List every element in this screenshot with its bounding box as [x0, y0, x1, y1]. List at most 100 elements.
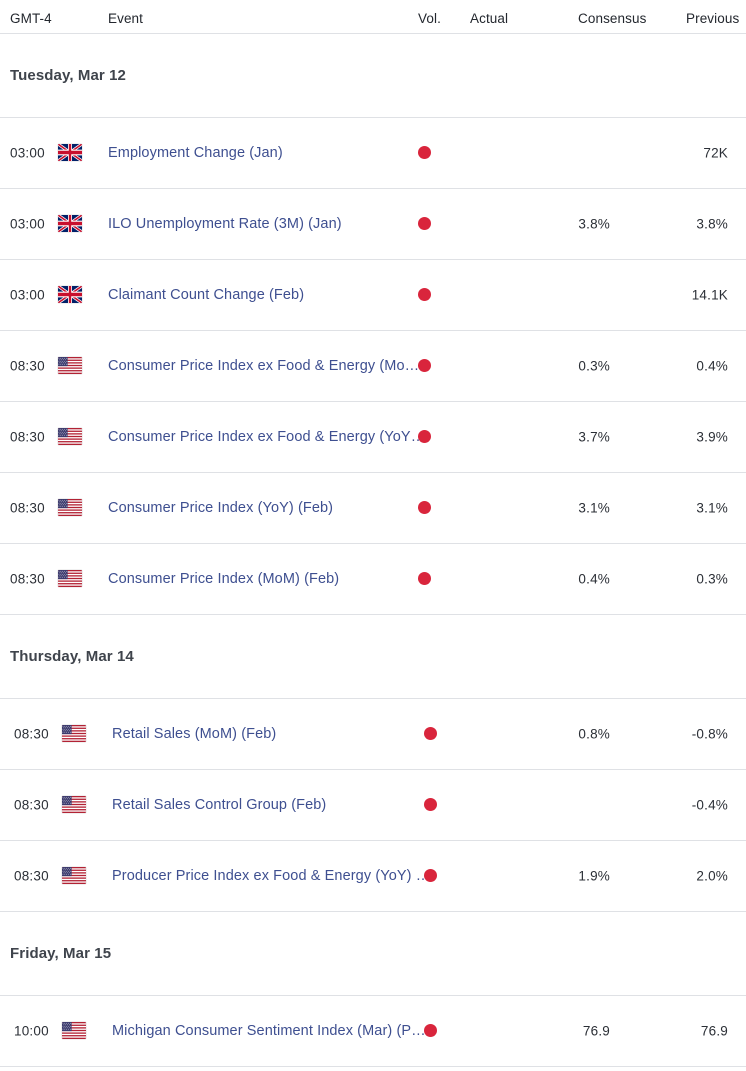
event-name-cell: Michigan Consumer Sentiment Index (Mar) …: [112, 1023, 432, 1039]
event-link[interactable]: Employment Change (Jan): [108, 145, 428, 161]
us-flag: [58, 357, 86, 375]
us-flag-graphic: [58, 570, 82, 588]
event-time: 08:30: [10, 429, 45, 445]
us-flag-graphic: [58, 357, 82, 375]
calendar-event-row[interactable]: 08:30 Consumer Price Index (MoM) (Feb) 0.…: [0, 544, 746, 615]
volatility-high-icon: [424, 1024, 437, 1038]
consensus-value: 0.4%: [578, 571, 610, 587]
volatility-high-icon: [424, 727, 437, 741]
calendar-event-row[interactable]: 08:30 Consumer Price Index ex Food & Ene…: [0, 331, 746, 402]
column-header-previous: Previous: [686, 11, 740, 26]
us-flag-graphic: [58, 499, 82, 517]
event-time: 08:30: [14, 868, 49, 884]
event-name-cell: Consumer Price Index ex Food & Energy (Y…: [108, 429, 428, 445]
us-flag: [62, 725, 90, 743]
consensus-value: 3.1%: [578, 500, 610, 516]
event-link[interactable]: ILO Unemployment Rate (3M) (Jan): [108, 216, 428, 232]
day-header: Tuesday, Mar 12: [0, 34, 746, 118]
calendar-event-row[interactable]: 03:00 ILO Unemployment Rate (3M) (Jan) 3.…: [0, 189, 746, 260]
volatility-cell: [424, 796, 454, 814]
calendar-event-row[interactable]: 03:00 Employment Change (Jan) 72K: [0, 118, 746, 189]
volatility-high-icon: [418, 359, 431, 373]
event-time: 08:30: [14, 797, 49, 813]
event-time: 10:00: [14, 1023, 49, 1039]
event-link[interactable]: Consumer Price Index ex Food & Energy (Y…: [108, 429, 428, 445]
previous-value: 0.3%: [696, 571, 728, 587]
consensus-value: 1.9%: [578, 868, 610, 884]
column-header-consensus: Consensus: [578, 11, 647, 26]
column-header-timezone: GMT-4: [10, 11, 52, 26]
previous-value: -0.8%: [691, 726, 728, 742]
event-link[interactable]: Retail Sales (MoM) (Feb): [112, 726, 432, 742]
us-flag: [62, 796, 90, 814]
event-link[interactable]: Producer Price Index ex Food & Energy (Y…: [112, 868, 432, 884]
volatility-cell: [424, 867, 454, 885]
event-name-cell: Consumer Price Index ex Food & Energy (M…: [108, 358, 428, 374]
event-time: 03:00: [10, 216, 45, 232]
us-flag-graphic: [62, 1022, 86, 1040]
consensus-value: 3.7%: [578, 429, 610, 445]
table-header: GMT-4 Event Vol. Actual Consensus Previo…: [0, 0, 746, 34]
event-name-cell: Claimant Count Change (Feb): [108, 287, 428, 303]
calendar-event-row[interactable]: 03:00 Claimant Count Change (Feb) 14.1K: [0, 260, 746, 331]
volatility-high-icon: [418, 217, 431, 231]
us-flag-graphic: [62, 867, 86, 885]
event-name-cell: Retail Sales Control Group (Feb): [112, 797, 432, 813]
consensus-value: 3.8%: [578, 216, 610, 232]
previous-value: 3.1%: [696, 500, 728, 516]
event-link[interactable]: Retail Sales Control Group (Feb): [112, 797, 432, 813]
volatility-cell: [418, 499, 448, 517]
calendar-event-row[interactable]: 08:30 Retail Sales (MoM) (Feb) 0.8% -0.8%: [0, 699, 746, 770]
calendar-event-row[interactable]: 08:30 Retail Sales Control Group (Feb) -0…: [0, 770, 746, 841]
volatility-cell: [418, 570, 448, 588]
us-flag-graphic: [58, 428, 82, 446]
volatility-high-icon: [418, 501, 431, 515]
previous-value: -0.4%: [691, 797, 728, 813]
previous-value: 3.9%: [696, 429, 728, 445]
previous-value: 0.4%: [696, 358, 728, 374]
event-name-cell: Consumer Price Index (YoY) (Feb): [108, 500, 428, 516]
previous-value: 72K: [703, 145, 728, 161]
calendar-event-row[interactable]: 10:00 Michigan Consumer Sentiment Index …: [0, 996, 746, 1067]
uk-flag-graphic: [58, 286, 82, 304]
volatility-cell: [418, 286, 448, 304]
volatility-high-icon: [418, 288, 431, 302]
calendar-event-row[interactable]: 08:30 Consumer Price Index (YoY) (Feb) 3.…: [0, 473, 746, 544]
uk-flag: [58, 286, 86, 304]
day-header: Thursday, Mar 14: [0, 615, 746, 699]
volatility-cell: [418, 428, 448, 446]
us-flag: [62, 1022, 90, 1040]
day-header-label: Friday, Mar 15: [10, 945, 112, 962]
previous-value: 3.8%: [696, 216, 728, 232]
consensus-value: 0.3%: [578, 358, 610, 374]
volatility-high-icon: [424, 798, 437, 812]
event-time: 08:30: [14, 726, 49, 742]
us-flag-graphic: [62, 725, 86, 743]
volatility-cell: [418, 215, 448, 233]
volatility-cell: [424, 725, 454, 743]
uk-flag-graphic: [58, 144, 82, 162]
event-link[interactable]: Consumer Price Index (MoM) (Feb): [108, 571, 428, 587]
event-name-cell: Producer Price Index ex Food & Energy (Y…: [112, 868, 432, 884]
event-link[interactable]: Michigan Consumer Sentiment Index (Mar) …: [112, 1023, 432, 1039]
consensus-value: 76.9: [582, 1023, 610, 1039]
event-link[interactable]: Consumer Price Index (YoY) (Feb): [108, 500, 428, 516]
consensus-value: 0.8%: [578, 726, 610, 742]
day-header: Friday, Mar 15: [0, 912, 746, 996]
calendar-event-row[interactable]: 08:30 Consumer Price Index ex Food & Ene…: [0, 402, 746, 473]
event-time: 03:00: [10, 145, 45, 161]
column-header-event: Event: [108, 11, 144, 26]
column-header-actual: Actual: [470, 11, 509, 26]
event-time: 08:30: [10, 571, 45, 587]
event-time: 08:30: [10, 500, 45, 516]
event-link[interactable]: Claimant Count Change (Feb): [108, 287, 428, 303]
volatility-high-icon: [418, 430, 431, 444]
calendar-event-row[interactable]: 08:30 Producer Price Index ex Food & Ene…: [0, 841, 746, 912]
volatility-high-icon: [418, 572, 431, 586]
calendar-body: Tuesday, Mar 12 03:00 Employment Change (…: [0, 34, 746, 1067]
previous-value: 76.9: [700, 1023, 728, 1039]
event-link[interactable]: Consumer Price Index ex Food & Energy (M…: [108, 358, 428, 374]
event-name-cell: Retail Sales (MoM) (Feb): [112, 726, 432, 742]
volatility-cell: [418, 144, 448, 162]
event-name-cell: ILO Unemployment Rate (3M) (Jan): [108, 216, 428, 232]
